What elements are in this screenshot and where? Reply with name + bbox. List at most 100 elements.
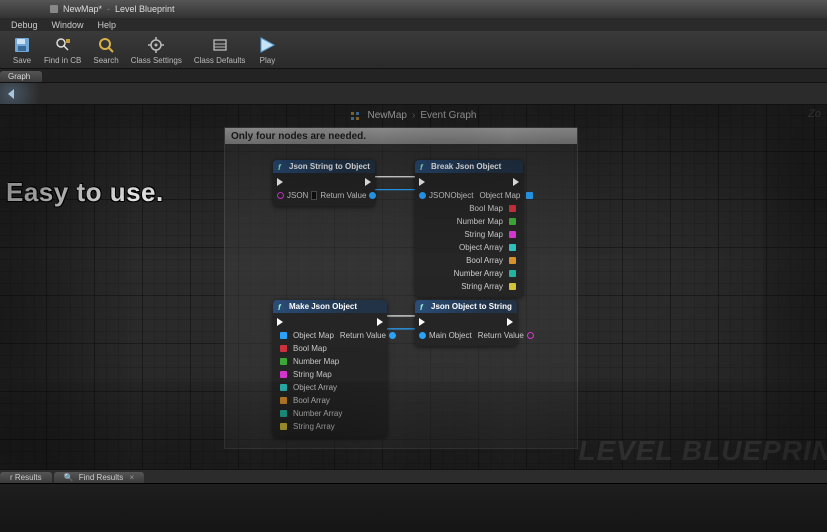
class-settings-label: Class Settings (131, 56, 182, 65)
pin-label: String Array (458, 282, 506, 291)
exec-out-pin[interactable] (513, 178, 519, 186)
function-icon: f (278, 303, 286, 311)
gear-icon (147, 36, 165, 54)
zoom-label: Zo (808, 108, 821, 120)
out-pin[interactable] (509, 205, 516, 212)
node-break-json-object[interactable]: f Break Json Object JSONObject Object Ma… (415, 160, 523, 297)
search-button[interactable]: Search (87, 34, 124, 67)
svg-text:f: f (278, 163, 282, 171)
comment-panel[interactable]: Only four nodes are needed. f Json Strin… (224, 127, 578, 449)
pin-label: Number Array (290, 409, 345, 418)
search-icon (97, 36, 115, 54)
tab-label: Find Results (79, 473, 123, 482)
exec-in-pin[interactable] (419, 178, 425, 186)
toolbar: Save Find in CB Search Class Settings Cl… (0, 31, 827, 69)
back-button[interactable] (4, 87, 18, 101)
bottom-panel (0, 483, 827, 532)
play-button[interactable]: Play (251, 34, 283, 67)
window-title-a: NewMap* (63, 4, 102, 14)
breadcrumb-b[interactable]: Event Graph (420, 110, 476, 121)
function-icon: f (278, 163, 286, 171)
pin-label: String Array (290, 422, 338, 431)
in-pin[interactable] (280, 332, 287, 339)
promo-text: Easy to use. (6, 177, 164, 208)
in-pin[interactable] (280, 358, 287, 365)
return-value-pin[interactable] (527, 332, 534, 339)
pin-label: Bool Array (290, 396, 333, 405)
menu-window[interactable]: Window (45, 20, 91, 30)
pin-label-return: Return Value (317, 191, 369, 200)
node-make-json-object[interactable]: f Make Json Object Object Map Return Val… (273, 300, 387, 437)
class-defaults-button[interactable]: Class Defaults (188, 34, 252, 67)
out-pin[interactable] (509, 231, 516, 238)
window-title-bar: NewMap* - Level Blueprint (0, 0, 827, 18)
in-pin[interactable] (280, 397, 287, 404)
svg-text:f: f (278, 303, 282, 311)
in-pin[interactable] (280, 345, 287, 352)
menu-help[interactable]: Help (91, 20, 124, 30)
pin-label: Object Map (290, 331, 337, 340)
node-json-object-to-string[interactable]: f Json Object to String Main Object Retu… (415, 300, 517, 346)
pin-label: Bool Map (466, 204, 506, 213)
pin-label: String Map (290, 370, 335, 379)
search-label: Search (93, 56, 118, 65)
jsonobject-in-pin[interactable] (419, 192, 426, 199)
main-object-in-pin[interactable] (419, 332, 426, 339)
out-pin[interactable] (509, 257, 516, 264)
exec-out-pin[interactable] (377, 318, 383, 326)
pin-label-json: JSON (284, 191, 311, 200)
floppy-icon (13, 36, 31, 54)
exec-out-pin[interactable] (507, 318, 513, 326)
pin-label: Bool Array (463, 256, 506, 265)
app-icon (50, 5, 58, 13)
exec-in-pin[interactable] (277, 318, 283, 326)
out-pin[interactable] (509, 283, 516, 290)
exec-in-pin[interactable] (277, 178, 283, 186)
pin-label: Main Object (426, 331, 475, 340)
class-defaults-icon (211, 36, 229, 54)
pin-label: Return Value (475, 331, 527, 340)
in-pin[interactable] (280, 384, 287, 391)
close-icon[interactable]: × (129, 473, 134, 482)
pin-label: Object Array (290, 383, 340, 392)
exec-out-pin[interactable] (365, 178, 371, 186)
pin-label: String Map (461, 230, 506, 239)
pin-label: Return Value (337, 331, 389, 340)
in-pin[interactable] (280, 423, 287, 430)
return-value-pin[interactable] (369, 192, 376, 199)
comment-panel-title: Only four nodes are needed. (225, 128, 577, 144)
in-pin[interactable] (280, 410, 287, 417)
return-value-pin[interactable] (389, 332, 396, 339)
svg-text:f: f (420, 163, 424, 171)
node-title: f Break Json Object (415, 160, 523, 173)
out-pin[interactable] (509, 270, 516, 277)
results-tab-bar: r Results 🔍 Find Results × (0, 469, 827, 483)
tab-find-results[interactable]: 🔍 Find Results × (54, 472, 145, 483)
play-icon (258, 36, 276, 54)
class-settings-button[interactable]: Class Settings (125, 34, 188, 67)
node-json-string-to-object[interactable]: f Json String to Object JSON Return Valu… (273, 160, 375, 206)
function-icon: f (420, 163, 428, 171)
window-title-b: Level Blueprint (115, 4, 175, 14)
tab-graph[interactable]: Graph (0, 71, 42, 82)
search-small-icon: 🔍 (64, 473, 74, 482)
save-button[interactable]: Save (6, 34, 38, 67)
svg-text:f: f (420, 303, 424, 311)
out-pin[interactable] (526, 192, 533, 199)
menu-bar: Debug Window Help (0, 18, 827, 31)
save-label: Save (13, 56, 31, 65)
graph-canvas[interactable]: NewMap › Event Graph Zo Easy to use. Onl… (0, 105, 827, 469)
in-pin[interactable] (280, 371, 287, 378)
out-pin[interactable] (509, 218, 516, 225)
node-title: f Json String to Object (273, 160, 375, 173)
tab-compiler-results[interactable]: r Results (0, 472, 52, 483)
pin-label: Bool Map (290, 344, 330, 353)
json-in-pin[interactable] (277, 192, 284, 199)
menu-debug[interactable]: Debug (4, 20, 45, 30)
graph-nav-bar (0, 83, 827, 105)
node-title: f Json Object to String (415, 300, 517, 313)
find-in-cb-button[interactable]: Find in CB (38, 34, 87, 67)
breadcrumb-a[interactable]: NewMap (368, 110, 407, 121)
out-pin[interactable] (509, 244, 516, 251)
exec-in-pin[interactable] (419, 318, 425, 326)
